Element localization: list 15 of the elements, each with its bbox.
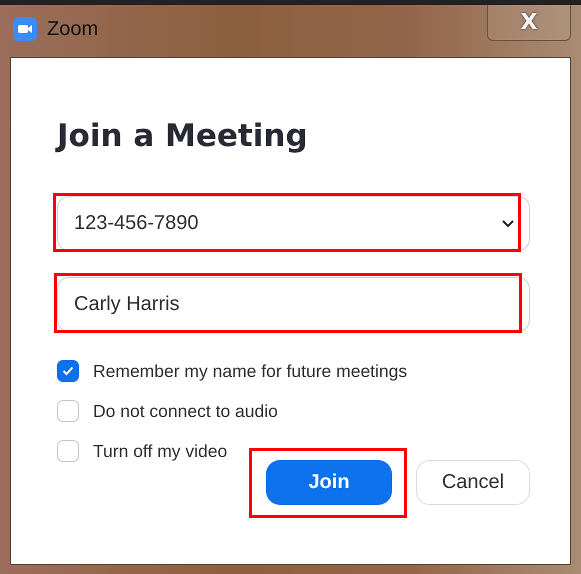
checkbox-label: Turn off my video <box>93 440 228 462</box>
caret-icon <box>501 219 515 228</box>
checkbox[interactable] <box>57 400 79 422</box>
app-logo-icon <box>13 17 37 41</box>
checkbox[interactable] <box>57 440 79 462</box>
checkbox-label: Do not connect to audio <box>93 400 278 422</box>
name-field[interactable]: Carly Harris <box>57 277 530 332</box>
checkbox[interactable] <box>57 360 79 382</box>
meeting-id-dropdown[interactable]: 123-456-7890 <box>57 196 530 251</box>
window-title: Zoom <box>47 18 98 40</box>
join-button[interactable]: Join <box>266 460 392 505</box>
cancel-button[interactable]: Cancel <box>416 460 530 505</box>
checkmark-icon <box>62 366 74 376</box>
checkbox-label: Remember my name for future meetings <box>93 360 408 382</box>
dialog-heading: Join a Meeting <box>57 118 308 154</box>
